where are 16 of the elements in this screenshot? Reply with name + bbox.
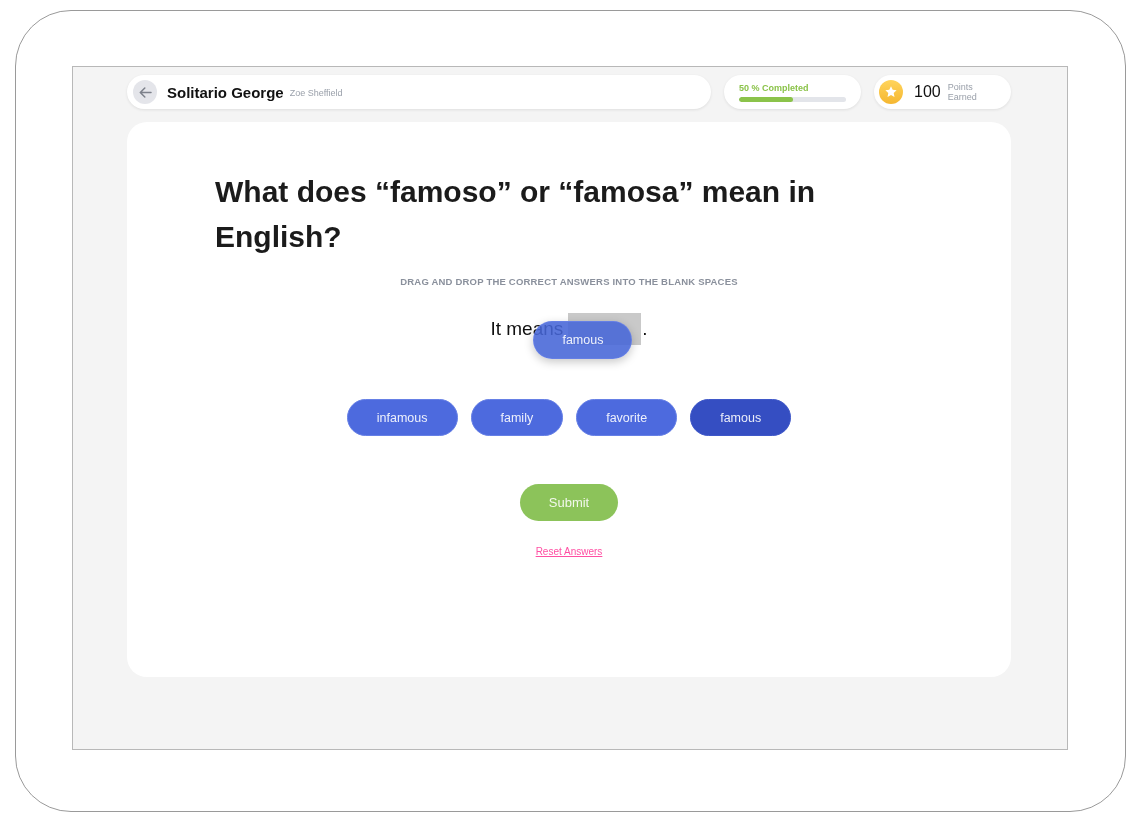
answer-chip[interactable]: favorite (576, 399, 678, 436)
back-button[interactable] (133, 80, 157, 104)
lesson-title: Solitario George (167, 83, 284, 101)
answer-chip[interactable]: family (470, 399, 564, 436)
answer-chip[interactable]: famous (690, 399, 792, 436)
star-coin-icon (879, 80, 903, 104)
points-label: Points Earned (947, 82, 978, 102)
points-value: 100 (914, 83, 941, 101)
sentence-text: . (642, 318, 648, 340)
instruction-text: DRAG AND DROP THE CORRECT ANSWERS INTO THE BLANK SPACES (400, 276, 738, 288)
student-name: Zoe Sheffield (289, 88, 343, 98)
reset-answers-link[interactable]: Reset Answers (535, 546, 603, 558)
answer-chip[interactable]: infamous (346, 399, 458, 436)
back-arrow-icon (138, 86, 152, 98)
question-title: What does “famoso” or “famosa” mean in English? (215, 174, 817, 255)
progress-label: 50 % Completed (739, 82, 810, 94)
